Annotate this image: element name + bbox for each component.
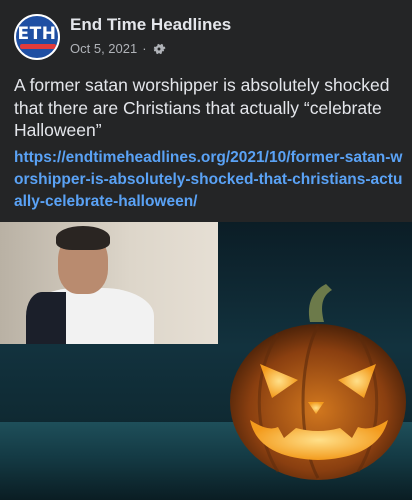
avatar-logo-stripe xyxy=(20,44,56,49)
post-link[interactable]: https://endtimeheadlines.org/2021/10/for… xyxy=(14,147,406,213)
man-speaking-photo xyxy=(0,222,218,344)
photo-hair xyxy=(56,226,110,250)
page-avatar[interactable]: ETH xyxy=(14,14,60,60)
post-date[interactable]: Oct 5, 2021 xyxy=(70,41,137,56)
post-text: A former satan worshipper is absolutely … xyxy=(14,75,390,140)
post-header: ETH End Time Headlines Oct 5, 2021 · xyxy=(0,0,412,66)
gear-icon[interactable] xyxy=(152,42,166,56)
post-image[interactable] xyxy=(0,222,412,500)
page-name[interactable]: End Time Headlines xyxy=(70,15,231,35)
avatar-logo-text: ETH xyxy=(17,24,57,44)
jack-o-lantern-icon xyxy=(230,284,406,480)
photo-jacket xyxy=(26,292,66,344)
post-meta: Oct 5, 2021 · xyxy=(70,41,166,56)
meta-separator: · xyxy=(142,41,147,56)
